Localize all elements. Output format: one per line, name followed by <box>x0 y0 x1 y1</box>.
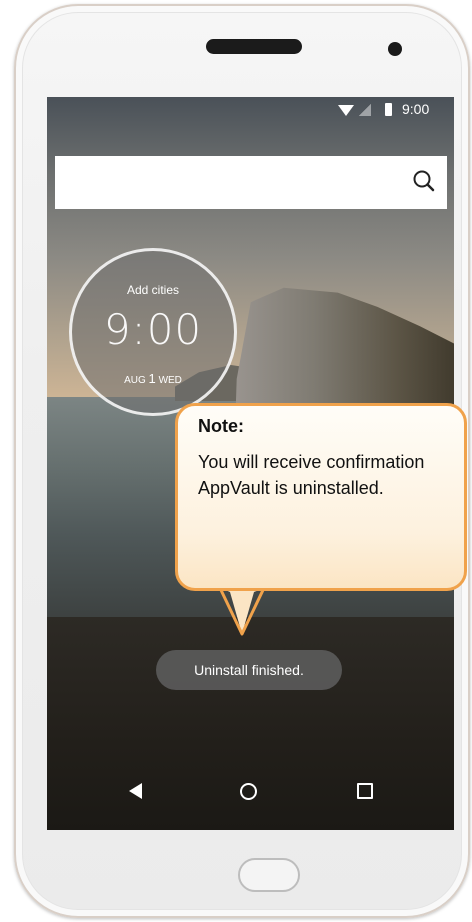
note-callout: Note: You will receive confirmation AppV… <box>175 403 467 591</box>
no-signal-icon <box>359 104 371 116</box>
toast-message: Uninstall finished. <box>156 650 342 690</box>
recents-icon[interactable] <box>357 783 373 799</box>
earpiece-speaker <box>206 39 302 54</box>
battery-icon <box>385 103 392 116</box>
clock-date: AUG 1 WED <box>72 371 234 386</box>
hardware-home-button[interactable] <box>238 858 300 892</box>
clock-month: AUG <box>124 375 146 386</box>
front-camera <box>388 42 402 56</box>
search-bar[interactable] <box>55 156 447 209</box>
search-icon[interactable] <box>413 170 435 192</box>
clock-weekday: WED <box>158 375 182 386</box>
back-icon[interactable] <box>129 783 142 799</box>
callout-pointer <box>216 586 270 636</box>
clock-time: 9:00 <box>103 305 203 354</box>
home-icon[interactable] <box>240 783 257 800</box>
clock-day: 1 <box>148 371 156 386</box>
add-cities-label[interactable]: Add cities <box>72 283 234 297</box>
callout-body: You will receive confirmation AppVault i… <box>198 452 425 498</box>
wifi-icon <box>338 105 354 116</box>
status-bar: 9:00 <box>47 97 454 125</box>
callout-title: Note: <box>198 416 244 436</box>
navigation-bar <box>47 769 454 821</box>
status-time: 9:00 <box>402 101 430 117</box>
clock-widget[interactable]: Add cities 9:00 AUG 1 WED <box>69 248 237 416</box>
